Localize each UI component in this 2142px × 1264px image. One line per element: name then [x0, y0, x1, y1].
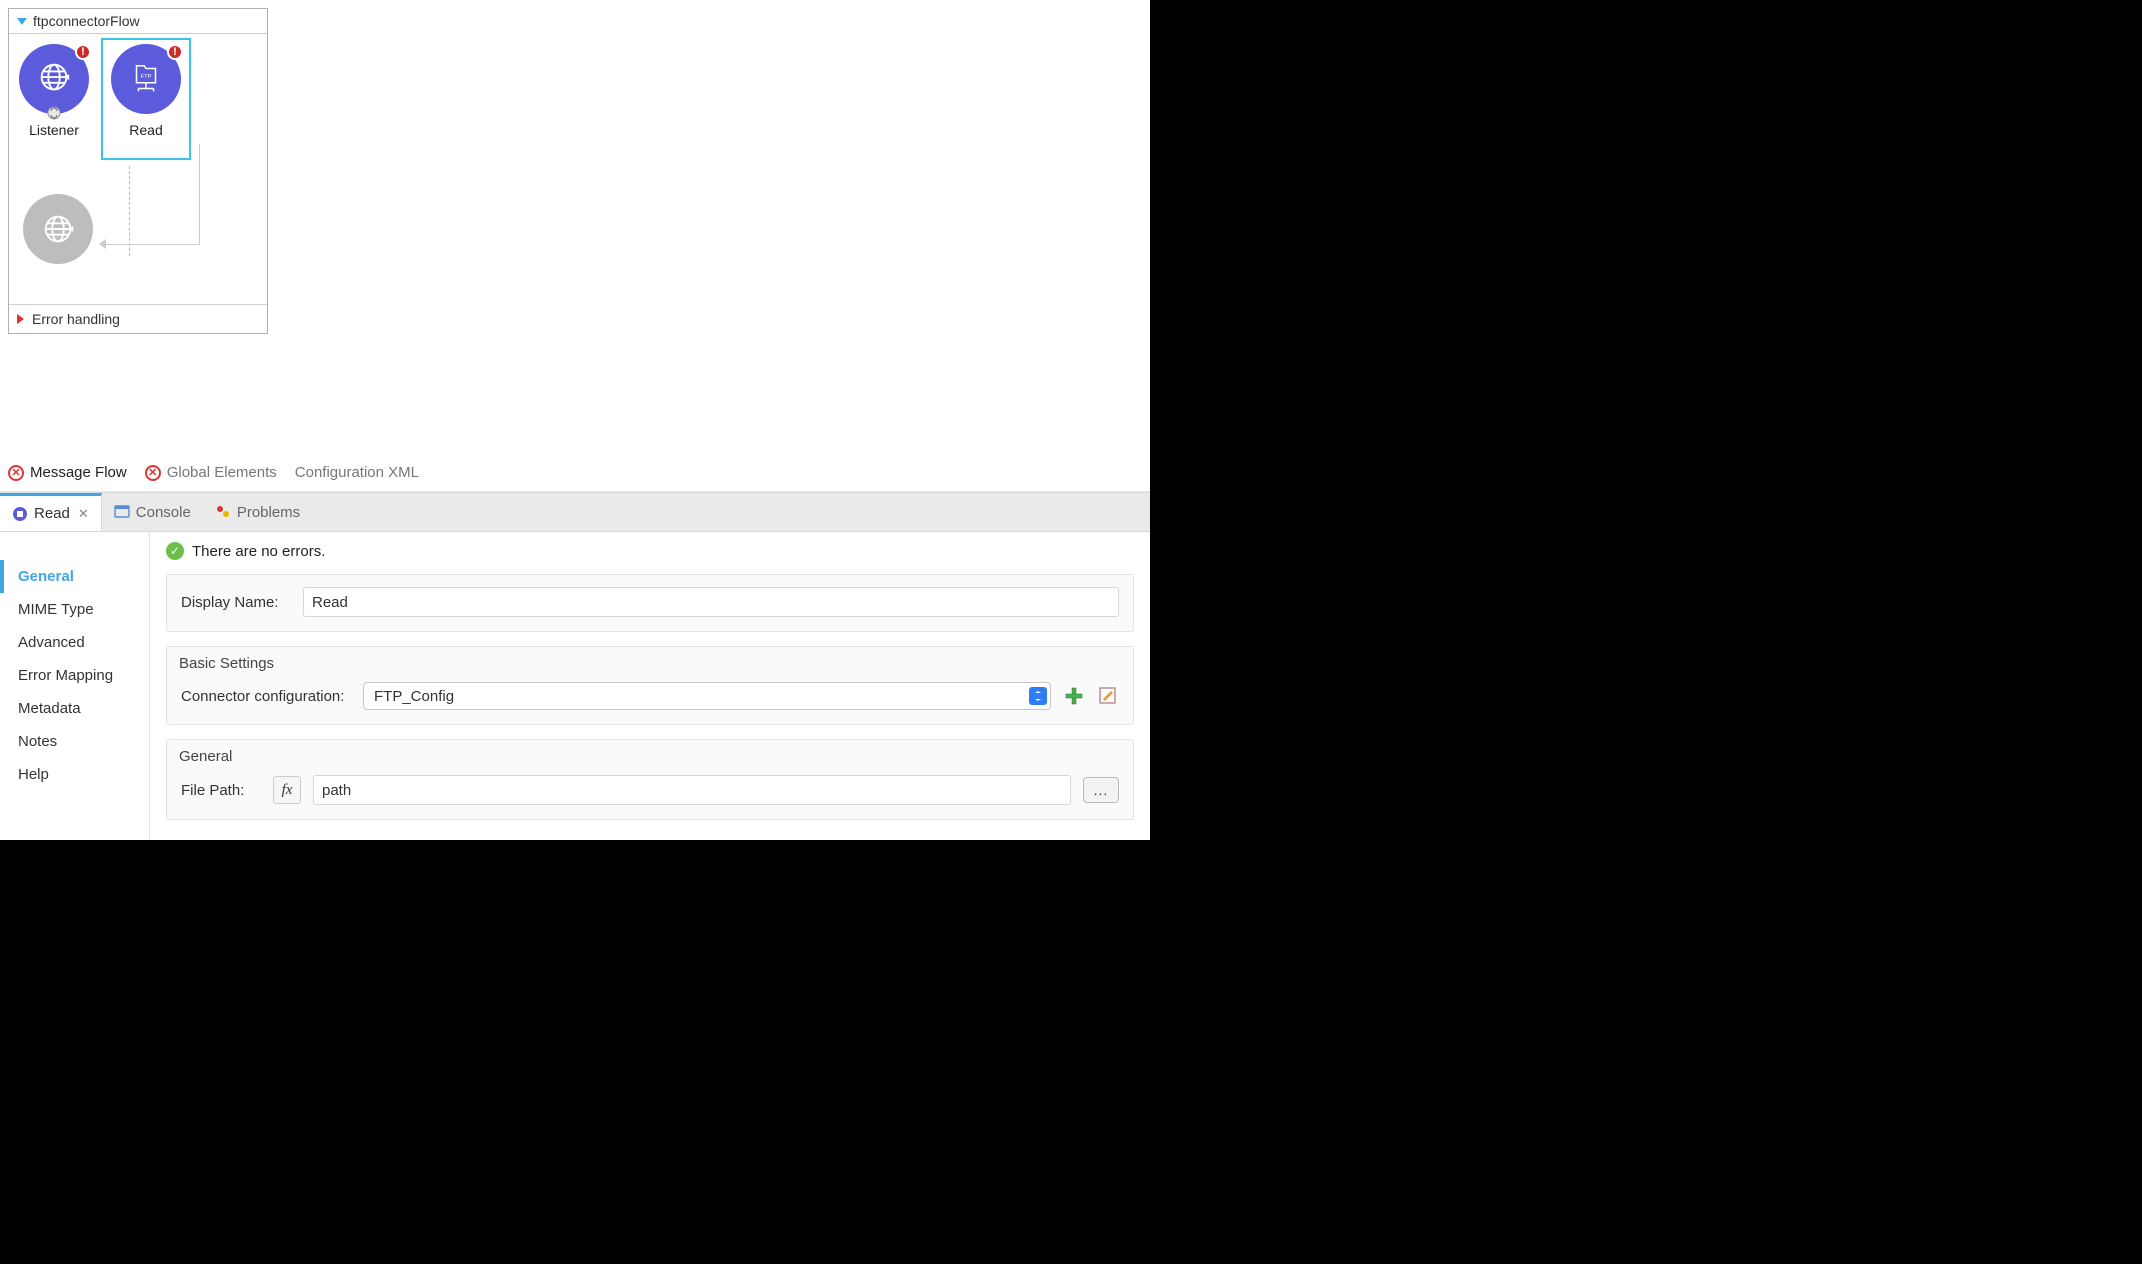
error-icon: ✕: [8, 465, 24, 481]
connector-config-select[interactable]: FTP_Config: [363, 682, 1051, 710]
tab-config-xml-label: Configuration XML: [295, 464, 419, 481]
file-path-label: File Path:: [181, 782, 261, 799]
flow-title-bar[interactable]: ftpconnectorFlow: [9, 9, 267, 34]
basic-settings-heading: Basic Settings: [167, 647, 1133, 682]
problems-icon: [215, 504, 231, 520]
display-name-section: Display Name:: [166, 574, 1134, 632]
connector-config-select-wrap: FTP_Config: [363, 682, 1051, 710]
error-icon: ✕: [145, 465, 161, 481]
sidetab-general[interactable]: General: [0, 560, 149, 593]
grey-connector-h: [104, 244, 200, 245]
display-name-label: Display Name:: [181, 594, 291, 611]
grey-connector-v: [199, 144, 200, 244]
tab-message-flow-label: Message Flow: [30, 464, 127, 481]
connector-config-label: Connector configuration:: [181, 688, 351, 705]
component-icon: [12, 506, 28, 522]
sidetab-metadata[interactable]: Metadata: [0, 692, 149, 725]
collapse-icon[interactable]: [17, 18, 27, 25]
placeholder-node-icon: [23, 194, 93, 264]
listener-node-icon: !: [19, 44, 89, 114]
editor-view-tabs: ✕ Message Flow ✕ Global Elements Configu…: [0, 460, 1150, 492]
svg-text:FTP: FTP: [141, 74, 152, 80]
edit-icon: [1099, 687, 1117, 705]
tab-global-elements[interactable]: ✕ Global Elements: [145, 464, 277, 481]
sidetab-notes[interactable]: Notes: [0, 725, 149, 758]
tab-global-elements-label: Global Elements: [167, 464, 277, 481]
ftp-icon: FTP: [127, 60, 165, 98]
display-name-input[interactable]: [303, 587, 1119, 617]
file-path-input[interactable]: [313, 775, 1071, 805]
general-section: General File Path: fx ...: [166, 739, 1134, 820]
properties-side-tabs: General MIME Type Advanced Error Mapping…: [0, 532, 150, 840]
read-label: Read: [129, 122, 162, 138]
console-icon: [114, 504, 130, 520]
read-node-icon: FTP !: [111, 44, 181, 114]
error-badge-icon: !: [75, 44, 91, 60]
properties-panel: General MIME Type Advanced Error Mapping…: [0, 532, 1150, 840]
check-icon: ✓: [166, 542, 184, 560]
sidetab-advanced[interactable]: Advanced: [0, 626, 149, 659]
tab-config-xml[interactable]: Configuration XML: [295, 464, 419, 481]
sidetab-mime[interactable]: MIME Type: [0, 593, 149, 626]
error-handling-label: Error handling: [32, 311, 120, 327]
properties-content: ✓ There are no errors. Display Name: Bas…: [150, 532, 1150, 840]
browse-button[interactable]: ...: [1083, 777, 1119, 803]
expand-icon[interactable]: [17, 314, 24, 324]
flow-canvas[interactable]: ftpconnectorFlow: [0, 0, 1150, 460]
globe-icon: [39, 210, 77, 248]
flow-title: ftpconnectorFlow: [33, 13, 140, 29]
refresh-icon: [45, 106, 63, 120]
bottom-panel-tabs: Read ✕ Console Problems: [0, 492, 1150, 532]
dashed-connector: [129, 166, 130, 256]
error-badge-icon: !: [167, 44, 183, 60]
add-config-button[interactable]: [1063, 685, 1085, 707]
select-caret-icon: [1029, 687, 1047, 705]
fx-button[interactable]: fx: [273, 776, 301, 804]
listener-node[interactable]: ! Listener: [19, 44, 89, 138]
grey-connector-arrow-icon: [99, 239, 106, 249]
edit-config-button[interactable]: [1097, 685, 1119, 707]
error-handling-section[interactable]: Error handling: [9, 304, 267, 333]
globe-icon: [35, 60, 73, 98]
plus-icon: [1065, 687, 1083, 705]
tab-message-flow[interactable]: ✕ Message Flow: [8, 464, 127, 481]
app-window: ftpconnectorFlow: [0, 0, 1150, 840]
sidetab-help[interactable]: Help: [0, 758, 149, 791]
listener-label: Listener: [29, 122, 79, 138]
close-icon[interactable]: ✕: [78, 506, 89, 522]
read-node[interactable]: FTP ! Read: [101, 38, 191, 160]
flow-container[interactable]: ftpconnectorFlow: [8, 8, 268, 334]
status-row: ✓ There are no errors.: [166, 542, 1134, 560]
flow-body: ! Listener: [9, 34, 267, 304]
tab-problems[interactable]: Problems: [203, 493, 312, 531]
tab-read[interactable]: Read ✕: [0, 493, 102, 531]
tab-console-label: Console: [136, 504, 191, 521]
sidetab-error-mapping[interactable]: Error Mapping: [0, 659, 149, 692]
general-section-heading: General: [167, 740, 1133, 775]
tab-console[interactable]: Console: [102, 493, 203, 531]
status-message: There are no errors.: [192, 543, 325, 560]
tab-read-label: Read: [34, 505, 70, 522]
basic-settings-section: Basic Settings Connector configuration: …: [166, 646, 1134, 725]
tab-problems-label: Problems: [237, 504, 300, 521]
placeholder-node[interactable]: [23, 194, 93, 264]
